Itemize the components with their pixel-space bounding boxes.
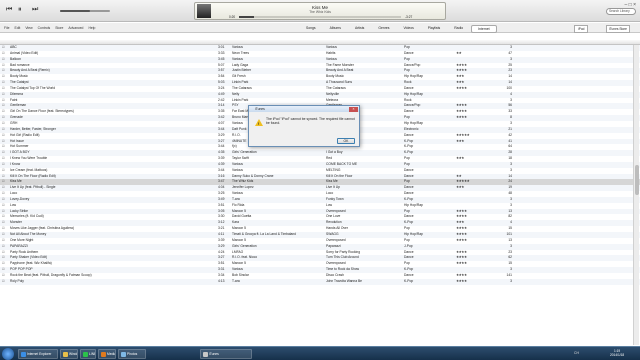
menu-item[interactable]: File bbox=[4, 26, 9, 30]
ipod-button[interactable]: iPod bbox=[574, 25, 589, 33]
cell-plays: 3 bbox=[510, 278, 512, 283]
tab-albums[interactable]: Albums bbox=[324, 25, 347, 33]
taskbar-item[interactable]: iTunes bbox=[200, 349, 252, 359]
now-playing-artist: The Whiz Kids bbox=[309, 10, 331, 14]
taskbar-label: LINE bbox=[89, 352, 96, 356]
alert-dialog: iTunes × ! The iPod "iPod" cannot be syn… bbox=[248, 105, 360, 147]
library-tabs: Songs Albums Artists Genres Videos Playlists R… bbox=[300, 25, 499, 33]
menu-item[interactable]: Store bbox=[55, 26, 63, 30]
elapsed-time: 0:20 bbox=[229, 15, 236, 19]
app-icon bbox=[120, 351, 126, 357]
clock[interactable]: 1:19 2014/1/18 bbox=[610, 349, 624, 358]
taskbar-label: Media Player bbox=[107, 352, 116, 356]
previous-icon[interactable]: ⏮ bbox=[6, 5, 12, 14]
progress-bar[interactable] bbox=[239, 16, 401, 18]
player-bar: ⏮ ⏸ ⏭ Kiss Me The Whiz Kids 0:20 -3:27 –… bbox=[0, 0, 640, 22]
taskbar-label: iTunes bbox=[209, 352, 219, 356]
cell-name: Roly Poly bbox=[10, 278, 24, 283]
close-window-icon[interactable]: × bbox=[633, 2, 636, 8]
app-icon bbox=[100, 351, 106, 357]
cell-album: John Travolta Wanna Be bbox=[326, 278, 362, 283]
progress-fill bbox=[239, 16, 254, 18]
menu-item[interactable]: View bbox=[25, 26, 32, 30]
menu-bar: File Edit View Controls Store Advanced Help bbox=[4, 26, 100, 30]
tab-videos[interactable]: Videos bbox=[397, 25, 419, 33]
warning-mark: ! bbox=[257, 120, 259, 126]
app-icon bbox=[20, 351, 26, 357]
table-row[interactable]: ☑ Roly Poly 4:13 T-ara John Travolta Wanna B… bbox=[0, 278, 640, 285]
app-icon bbox=[82, 351, 88, 357]
tab-songs[interactable]: Songs bbox=[300, 25, 322, 33]
taskbar-label: Windows Explorer bbox=[69, 352, 78, 356]
dialog-message: The iPod "iPod" cannot be synced. The re… bbox=[266, 117, 355, 126]
scrollbar[interactable] bbox=[633, 45, 639, 345]
menu-item[interactable]: Advanced bbox=[68, 26, 83, 30]
start-button[interactable] bbox=[2, 348, 14, 360]
app-icon bbox=[62, 351, 68, 357]
play-pause-icon[interactable]: ⏸ bbox=[18, 5, 22, 14]
dialog-title-text: iTunes bbox=[255, 107, 265, 111]
dialog-close-button[interactable]: × bbox=[349, 106, 358, 112]
taskbar-item[interactable]: Media Player bbox=[98, 349, 116, 359]
scrollbar-thumb[interactable] bbox=[635, 165, 639, 195]
song-list: ☑ ABC 3:01 Various Various Pop 3 ☑ Animal (Video… bbox=[0, 45, 640, 345]
nav-bar: File Edit View Controls Store Advanced Help So… bbox=[0, 23, 640, 33]
warning-icon bbox=[255, 119, 263, 126]
menu-item[interactable]: Controls bbox=[38, 26, 51, 30]
menu-item[interactable]: Help bbox=[88, 26, 95, 30]
taskbar-item[interactable]: Internet Explorer bbox=[18, 349, 58, 359]
tab-radio[interactable]: Radio bbox=[448, 25, 469, 33]
taskbar-item[interactable]: LINE bbox=[80, 349, 96, 359]
taskbar-item[interactable]: Photos bbox=[118, 349, 146, 359]
ok-button[interactable]: OK bbox=[337, 138, 355, 144]
dialog-body: ! The iPod "iPod" cannot be synced. The … bbox=[249, 112, 359, 148]
cell-rating: ★★★★ bbox=[456, 278, 467, 283]
cell-time: 4:13 bbox=[218, 278, 225, 283]
now-playing-display: Kiss Me The Whiz Kids 0:20 -3:27 bbox=[194, 2, 446, 20]
clock-date: 2014/1/18 bbox=[610, 353, 625, 358]
taskbar-label: Internet Explorer bbox=[27, 352, 52, 356]
row-checkbox[interactable]: ☑ bbox=[2, 279, 6, 285]
taskbar-label: Photos bbox=[127, 352, 138, 356]
next-icon[interactable]: ⏭ bbox=[32, 5, 38, 14]
tab-artists[interactable]: Artists bbox=[349, 25, 370, 33]
tab-playlists[interactable]: Playlists bbox=[422, 25, 446, 33]
tray-language[interactable]: CH bbox=[574, 351, 579, 355]
volume-fill bbox=[60, 10, 90, 12]
itunes-store-button[interactable]: iTunes Store bbox=[606, 25, 630, 33]
search-input[interactable]: Search Library bbox=[606, 8, 636, 15]
cell-genre: K-Pop bbox=[404, 278, 414, 283]
menu-item[interactable]: Edit bbox=[14, 26, 20, 30]
taskbar-item[interactable]: Windows Explorer bbox=[60, 349, 78, 359]
app-icon bbox=[202, 351, 208, 357]
remaining-time: -3:27 bbox=[405, 15, 413, 19]
cell-artist: T-ara bbox=[232, 278, 240, 283]
tab-genres[interactable]: Genres bbox=[372, 25, 395, 33]
taskbar: Internet Explorer Windows Explorer LINE Med… bbox=[0, 346, 640, 360]
volume-slider[interactable] bbox=[60, 10, 110, 12]
tab-internet[interactable]: Internet bbox=[471, 25, 497, 33]
